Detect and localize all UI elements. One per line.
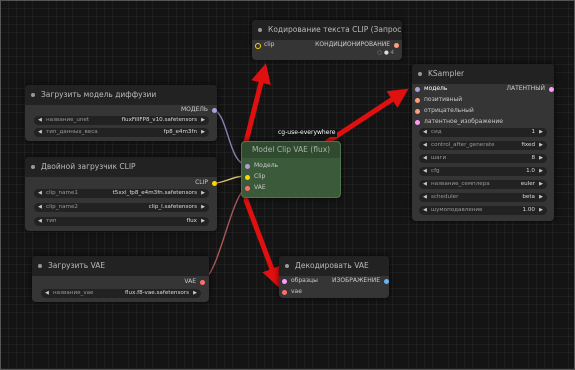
input-vae[interactable]: VAE xyxy=(245,184,266,192)
node-title[interactable]: Декодировать VAE xyxy=(279,256,389,276)
arrow-right-icon[interactable]: ▶ xyxy=(193,289,197,298)
arrow-left-icon[interactable]: ◀ xyxy=(38,217,42,226)
arrow-right-icon[interactable]: ▶ xyxy=(539,167,543,176)
arrow-left-icon[interactable]: ◀ xyxy=(423,206,427,215)
arrow-right-icon[interactable]: ▶ xyxy=(539,180,543,189)
arrow-left-icon[interactable]: ◀ xyxy=(45,289,49,298)
widget-clip-name1[interactable]: ◀ clip_name1 t5xxl_fp8_e4m3fn.safetensor… xyxy=(34,189,209,198)
arrow-right-icon[interactable]: ▶ xyxy=(201,203,205,212)
arrow-right-icon[interactable]: ▶ xyxy=(201,128,205,137)
ksampler-node[interactable]: KSampler модель ЛАТЕНТНЫЙ позитивный отр… xyxy=(412,64,554,221)
vae-pin-icon[interactable] xyxy=(282,289,287,295)
input-negative[interactable]: отрицательный xyxy=(415,107,474,115)
node-title[interactable]: Кодирование текста CLIP (Запрос) xyxy=(252,20,402,40)
arrow-left-icon[interactable]: ◀ xyxy=(38,116,42,125)
clip-pin-icon[interactable] xyxy=(245,174,250,180)
vae-pin-icon[interactable] xyxy=(200,279,205,285)
vae-pin-icon[interactable] xyxy=(245,185,250,191)
conditioning-pin-icon[interactable] xyxy=(415,108,420,114)
input-clip[interactable]: Clip xyxy=(245,173,265,181)
output-image[interactable]: ИЗОБРАЖЕНИЕ xyxy=(332,277,389,285)
arrow-right-icon[interactable]: ▶ xyxy=(201,189,205,198)
input-model[interactable]: Модель xyxy=(245,162,278,170)
widget-sampler-name[interactable]: ◀ название_семплера euler ▶ xyxy=(419,180,547,189)
model-pin-icon[interactable] xyxy=(212,107,217,113)
arrow-right-icon[interactable]: ▶ xyxy=(539,141,543,150)
input-samples[interactable]: образцы xyxy=(282,277,318,285)
widget-clip-name2[interactable]: ◀ clip_name2 clip_l.safetensors ▶ xyxy=(34,203,209,212)
conditioning-pin-icon[interactable] xyxy=(394,42,399,48)
arrow-right-icon[interactable]: ▶ xyxy=(539,128,543,137)
image-pin-icon[interactable] xyxy=(384,278,389,284)
hidden-widget-indicator[interactable]: ○ ● 4 xyxy=(377,50,394,56)
model-pin-icon[interactable] xyxy=(415,86,420,92)
node-title[interactable]: KSampler xyxy=(412,64,554,84)
widget-denoise[interactable]: ◀ шумоподавление 1.00 ▶ xyxy=(419,206,547,215)
node-title[interactable]: Model Clip VAE (flux) xyxy=(242,142,340,158)
arrow-left-icon[interactable]: ◀ xyxy=(423,154,427,163)
node-title[interactable]: Загрузить модель диффузии xyxy=(25,85,217,105)
collapse-dot-icon[interactable] xyxy=(418,72,422,76)
arrow-right-icon[interactable]: ▶ xyxy=(201,217,205,226)
input-model[interactable]: модель xyxy=(415,85,447,93)
node-title[interactable]: Загрузить VAE xyxy=(32,256,209,276)
latent-pin-icon[interactable] xyxy=(549,86,554,92)
arrow-left-icon[interactable]: ◀ xyxy=(423,193,427,202)
widget-scheduler[interactable]: ◀ scheduler beta ▶ xyxy=(419,193,547,202)
output-vae[interactable]: VAE xyxy=(184,278,205,286)
widget-control-after-generate[interactable]: ◀ control_after_generate fixed ▶ xyxy=(419,141,547,150)
load-vae-node[interactable]: Загрузить VAE VAE ◀ название_vae flux.f8… xyxy=(32,256,209,302)
output-conditioning[interactable]: КОНДИЦИОНИРОВАНИЕ xyxy=(315,41,399,49)
input-latent-image[interactable]: латентное_изображение xyxy=(415,118,503,126)
widget-unet-name[interactable]: ◀ название_unet fluxFillFP8_v10.safetens… xyxy=(34,116,209,125)
toggle-on-icon: ● xyxy=(383,50,389,56)
widget-clip-type[interactable]: ◀ тип flux ▶ xyxy=(34,217,209,226)
collapse-dot-icon[interactable] xyxy=(38,264,42,268)
latent-pin-icon[interactable] xyxy=(282,278,287,284)
model-pin-icon[interactable] xyxy=(245,163,250,169)
collapse-dot-icon[interactable] xyxy=(285,264,289,268)
widget-steps[interactable]: ◀ шаги 8 ▶ xyxy=(419,154,547,163)
input-vae[interactable]: vae xyxy=(282,288,302,296)
model-clip-vae-node[interactable]: Model Clip VAE (flux) Модель Clip VAE xyxy=(241,141,341,198)
arrow-right-icon[interactable]: ▶ xyxy=(539,154,543,163)
cg-use-everywhere-label: cg-use-everywhere xyxy=(276,129,338,137)
clip-pin-icon[interactable] xyxy=(212,180,217,186)
arrow-left-icon[interactable]: ◀ xyxy=(423,128,427,137)
input-clip[interactable]: clip xyxy=(255,41,274,49)
collapse-dot-icon[interactable] xyxy=(31,93,35,97)
output-model[interactable]: МОДЕЛЬ xyxy=(181,106,217,114)
arrow-right-icon[interactable]: ▶ xyxy=(201,116,205,125)
conditioning-pin-icon[interactable] xyxy=(415,97,420,103)
arrow-left-icon[interactable]: ◀ xyxy=(38,203,42,212)
toggle-off-icon: ○ xyxy=(377,50,383,56)
widget-vae-name[interactable]: ◀ название_vae flux.f8-vae.safetensors ▶ xyxy=(41,289,201,298)
arrow-left-icon[interactable]: ◀ xyxy=(38,128,42,137)
vae-decode-node[interactable]: Декодировать VAE образцы ИЗОБРАЖЕНИЕ vae xyxy=(279,256,389,298)
latent-pin-icon[interactable] xyxy=(415,119,420,125)
output-clip[interactable]: CLIP xyxy=(195,179,217,187)
arrow-right-icon[interactable]: ▶ xyxy=(539,206,543,215)
arrow-left-icon[interactable]: ◀ xyxy=(423,141,427,150)
arrow-right-icon[interactable]: ▶ xyxy=(539,193,543,202)
arrow-left-icon[interactable]: ◀ xyxy=(423,180,427,189)
arrow-left-icon[interactable]: ◀ xyxy=(38,189,42,198)
arrow-left-icon[interactable]: ◀ xyxy=(423,167,427,176)
collapse-dot-icon[interactable] xyxy=(258,28,262,32)
collapse-dot-icon[interactable] xyxy=(31,165,35,169)
widget-seed[interactable]: ◀ сид 1 ▶ xyxy=(419,128,547,137)
input-positive[interactable]: позитивный xyxy=(415,96,462,104)
output-latent[interactable]: ЛАТЕНТНЫЙ xyxy=(506,85,554,93)
load-diffusion-model-node[interactable]: Загрузить модель диффузии МОДЕЛЬ ◀ назва… xyxy=(25,85,217,141)
node-title[interactable]: Двойной загрузчик CLIP xyxy=(25,157,217,177)
dual-clip-loader-node[interactable]: Двойной загрузчик CLIP CLIP ◀ clip_name1… xyxy=(25,157,217,231)
widget-weight-dtype[interactable]: ◀ тип_данных_веса fp8_e4m3fn ▶ xyxy=(34,128,209,137)
clip-pin-icon[interactable] xyxy=(255,42,261,49)
widget-cfg[interactable]: ◀ cfg 1.0 ▶ xyxy=(419,167,547,176)
clip-text-encode-node[interactable]: Кодирование текста CLIP (Запрос) clip КО… xyxy=(252,20,402,60)
